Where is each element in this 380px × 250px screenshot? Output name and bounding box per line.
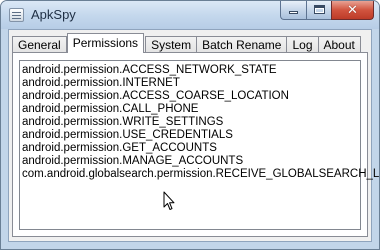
minimize-button[interactable] bbox=[280, 1, 306, 20]
maximize-button[interactable] bbox=[306, 1, 331, 20]
tab-about[interactable]: About bbox=[317, 36, 361, 53]
tab-general[interactable]: General bbox=[12, 36, 67, 53]
close-icon: ✕ bbox=[347, 2, 358, 17]
tab-batch-rename[interactable]: Batch Rename bbox=[196, 36, 288, 53]
mouse-pointer-icon bbox=[163, 191, 175, 210]
permission-item[interactable]: android.permission.WRITE_SETTINGS bbox=[22, 116, 360, 129]
permission-item[interactable]: android.permission.INTERNET bbox=[22, 77, 360, 90]
close-button[interactable]: ✕ bbox=[331, 1, 374, 20]
window-client-area: General Permissions System Batch Rename … bbox=[8, 29, 379, 242]
tab-system[interactable]: System bbox=[145, 36, 198, 53]
maximize-icon bbox=[314, 5, 325, 14]
permission-item[interactable]: android.permission.USE_CREDENTIALS bbox=[22, 129, 360, 142]
permission-item[interactable]: android.permission.ACCESS_COARSE_LOCATIO… bbox=[22, 90, 360, 103]
minimize-icon bbox=[289, 11, 298, 14]
tab-permissions[interactable]: Permissions bbox=[66, 33, 145, 53]
window-title: ApkSpy bbox=[31, 7, 76, 22]
tab-log[interactable]: Log bbox=[286, 36, 319, 53]
caption-buttons: ✕ bbox=[280, 1, 374, 20]
permissions-list[interactable]: android.permission.ACCESS_NETWORK_STATE … bbox=[19, 60, 379, 230]
app-window: ApkSpy ✕ General Permissions System Batc… bbox=[0, 0, 380, 250]
tab-strip: General Permissions System Batch Rename … bbox=[12, 33, 361, 53]
permission-item[interactable]: android.permission.ACCESS_NETWORK_STATE bbox=[22, 64, 360, 77]
permission-item[interactable]: android.permission.MANAGE_ACCOUNTS bbox=[22, 155, 360, 168]
permissions-tab-panel: android.permission.ACCESS_NETWORK_STATE … bbox=[12, 52, 379, 237]
permission-item[interactable]: android.permission.CALL_PHONE bbox=[22, 103, 360, 116]
permission-item[interactable]: android.permission.GET_ACCOUNTS bbox=[22, 142, 360, 155]
permission-item[interactable]: com.android.globalsearch.permission.RECE… bbox=[22, 168, 379, 181]
title-bar[interactable]: ApkSpy ✕ bbox=[1, 1, 379, 29]
app-window-icon[interactable] bbox=[9, 8, 24, 22]
